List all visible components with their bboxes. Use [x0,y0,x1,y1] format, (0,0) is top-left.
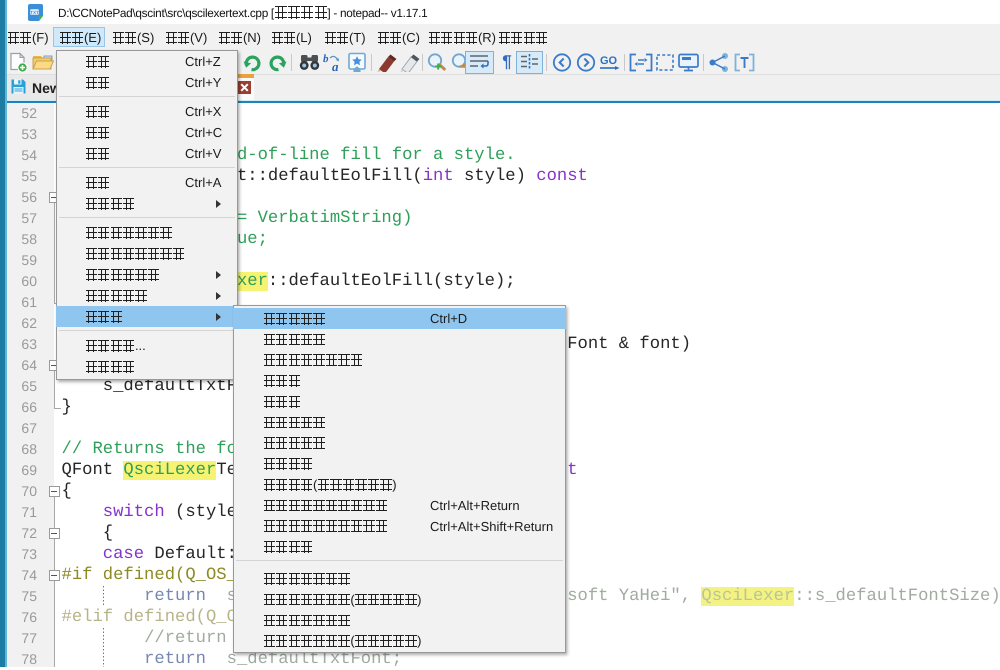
svg-text:GO: GO [600,55,618,67]
svg-text:TXT: TXT [30,10,39,15]
svg-text:b: b [323,53,329,65]
